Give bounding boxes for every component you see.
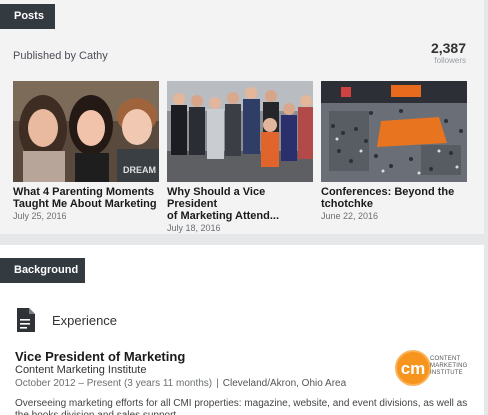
post-title-line: Why Should a Vice President: [167, 186, 266, 210]
post-thumbnail-conference-hall[interactable]: [321, 81, 467, 182]
logo-text-line: INSTITUTE: [430, 370, 463, 376]
document-icon: [15, 307, 37, 333]
post-title[interactable]: Why Should a Vice President of Marketing…: [167, 186, 313, 222]
logo-text-line: CONTENT: [430, 356, 461, 362]
post-card[interactable]: DREAM What 4 Parenting Moments Taught Me…: [13, 81, 159, 221]
followers-label: followers: [434, 56, 466, 65]
job-description: Overseeing marketing efforts for all CMI…: [15, 398, 468, 415]
svg-text:cm: cm: [401, 359, 426, 378]
logo-text-line: MARKETING: [430, 363, 468, 369]
post-date: July 25, 2016: [13, 211, 67, 221]
followers-counter: 2,387 followers: [431, 40, 466, 66]
followers-count: 2,387: [430, 40, 466, 56]
job-dates: October 2012 – Present (3 years 11 month…: [15, 378, 213, 389]
published-by-label[interactable]: Published by Cathy: [13, 50, 108, 62]
post-title-line: What 4 Parenting Moments: [13, 186, 155, 198]
post-thumbnail-family-selfie[interactable]: DREAM: [13, 81, 159, 182]
job-title[interactable]: Vice President of Marketing: [15, 349, 185, 364]
meta-separator: |: [216, 378, 219, 389]
cmi-logo-icon: cm: [395, 350, 431, 386]
post-title[interactable]: Conferences: Beyond the tchotchke: [321, 186, 467, 210]
company-name[interactable]: Content Marketing Institute: [15, 364, 146, 376]
post-date: July 18, 2016: [167, 223, 221, 233]
job-meta: October 2012 – Present (3 years 11 month…: [15, 378, 346, 389]
cmi-logo-text: CONTENT MARKETING INSTITUTE: [430, 356, 478, 377]
post-title-line: of Marketing Attend...: [167, 210, 280, 222]
experience-heading: Experience: [52, 313, 118, 328]
background-section-tab: Background: [0, 258, 85, 283]
post-title[interactable]: What 4 Parenting Moments Taught Me About…: [13, 186, 159, 210]
post-date: June 22, 2016: [321, 211, 379, 221]
post-card[interactable]: Conferences: Beyond the tchotchke June 2…: [321, 81, 467, 221]
post-title-line: Conferences: Beyond the: [321, 186, 455, 198]
post-thumbnail-team-photo[interactable]: [167, 81, 313, 182]
svg-text:DREAM: DREAM: [123, 165, 156, 175]
post-title-line: Taught Me About Marketing: [13, 198, 157, 210]
posts-card: Posts Published by Cathy 2,387 followers: [0, 0, 484, 234]
post-title-line: tchotchke: [321, 198, 373, 210]
background-card: Background Experience Vice President of …: [0, 245, 484, 415]
job-location[interactable]: Cleveland/Akron, Ohio Area: [223, 378, 346, 389]
posts-section-tab: Posts: [0, 4, 55, 29]
post-card[interactable]: Why Should a Vice President of Marketing…: [167, 81, 313, 233]
